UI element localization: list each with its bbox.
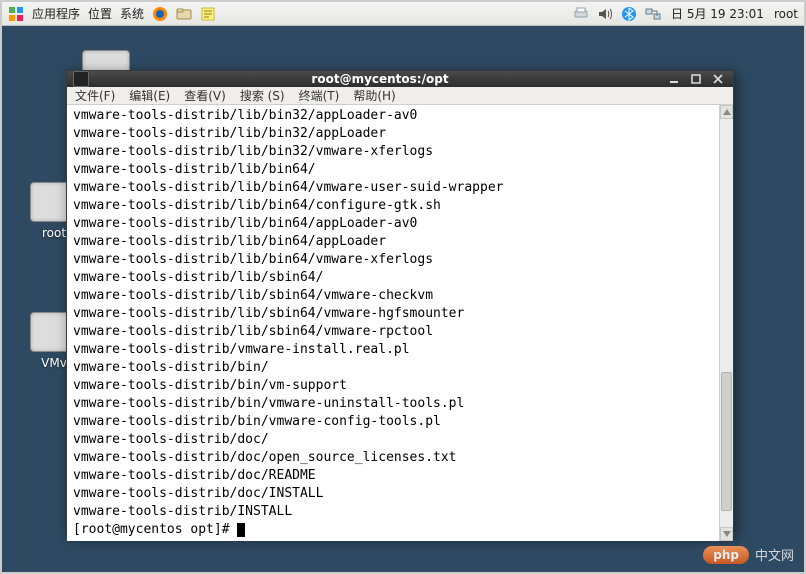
clock[interactable]: 日 5月 19 23:01	[671, 5, 764, 22]
scroll-down-button[interactable]	[720, 527, 733, 541]
scroll-track[interactable]	[720, 119, 733, 527]
titlebar[interactable]: root@mycentos:/opt	[67, 71, 733, 87]
menu-file[interactable]: 文件(F)	[75, 87, 115, 104]
terminal-icon	[73, 71, 89, 87]
menubar: 文件(F) 编辑(E) 查看(V) 搜索 (S) 终端(T) 帮助(H)	[67, 87, 733, 105]
menu-help[interactable]: 帮助(H)	[353, 87, 395, 104]
watermark-text: 中文网	[755, 545, 794, 564]
scroll-up-button[interactable]	[720, 105, 733, 119]
menu-terminal[interactable]: 终端(T)	[299, 87, 340, 104]
top-panel: 应用程序 位置 系统 日 5月 19 23:01	[2, 2, 804, 26]
minimize-button[interactable]	[665, 71, 683, 87]
watermark-brand: php	[703, 546, 749, 564]
menu-view[interactable]: 查看(V)	[184, 87, 226, 104]
volume-icon[interactable]	[597, 6, 613, 22]
menu-applications[interactable]: 应用程序	[32, 5, 80, 22]
watermark: php 中文网	[703, 545, 794, 564]
menu-places[interactable]: 位置	[88, 5, 112, 22]
menu-search[interactable]: 搜索 (S)	[240, 87, 285, 104]
printer-icon[interactable]	[573, 6, 589, 22]
panel-left: 应用程序 位置 系统	[8, 5, 216, 22]
terminal-window: root@mycentos:/opt 文件(F) 编辑(E) 查看(V) 搜索 …	[66, 70, 734, 536]
main-menu-icon[interactable]	[8, 6, 24, 22]
prompt: [root@mycentos opt]#	[73, 522, 237, 537]
firefox-icon[interactable]	[152, 6, 168, 22]
notes-icon[interactable]	[200, 6, 216, 22]
scrollbar	[719, 105, 733, 541]
panel-right: 日 5月 19 23:01 root	[573, 5, 798, 22]
scroll-thumb[interactable]	[721, 372, 732, 511]
menu-system[interactable]: 系统	[120, 5, 144, 22]
file-manager-icon[interactable]	[176, 6, 192, 22]
terminal-output[interactable]: vmware-tools-distrib/lib/bin32/appLoader…	[67, 105, 719, 541]
user-menu[interactable]: root	[774, 7, 798, 21]
bluetooth-icon[interactable]	[621, 6, 637, 22]
terminal-body: vmware-tools-distrib/lib/bin32/appLoader…	[67, 105, 733, 541]
window-buttons	[665, 71, 727, 87]
close-button[interactable]	[709, 71, 727, 87]
cursor	[237, 523, 245, 537]
menu-edit[interactable]: 编辑(E)	[129, 87, 170, 104]
window-title: root@mycentos:/opt	[95, 72, 665, 86]
system-tray	[573, 6, 661, 22]
maximize-button[interactable]	[687, 71, 705, 87]
network-icon[interactable]	[645, 6, 661, 22]
